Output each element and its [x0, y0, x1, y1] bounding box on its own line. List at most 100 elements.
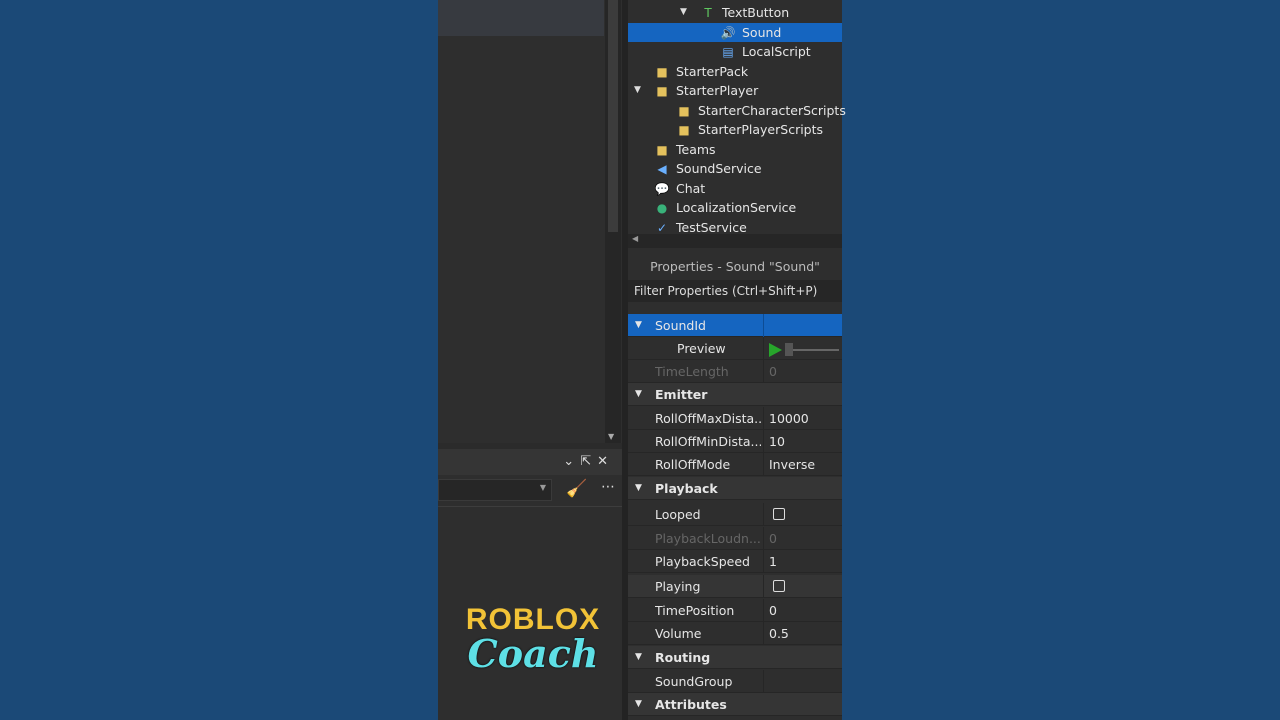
- divider: [438, 506, 622, 507]
- property-name: Looped: [655, 507, 701, 522]
- folder-icon: ■: [678, 123, 690, 137]
- property-row[interactable]: ▼ SoundId: [628, 314, 842, 337]
- explorer-item[interactable]: ■ Teams: [628, 140, 842, 159]
- logo-text-coach: Coach: [467, 631, 599, 676]
- close-icon[interactable]: ✕: [597, 454, 614, 469]
- property-value[interactable]: 1: [763, 550, 842, 573]
- property-value[interactable]: [763, 575, 842, 598]
- soundservice-icon: ◀: [657, 162, 667, 176]
- property-name: TimePosition: [655, 603, 735, 618]
- explorer-item-label: LocalizationService: [676, 200, 797, 215]
- explorer-horizontal-scrollbar[interactable]: ◀: [628, 234, 842, 248]
- preview-control[interactable]: [763, 337, 842, 360]
- property-value[interactable]: Inverse: [763, 453, 842, 476]
- explorer-item[interactable]: 🔊 Sound: [628, 23, 842, 42]
- explorer-panel: ▼ T TextButton 🔊 Sound ▤ LocalScript ■ StarterPa…: [628, 0, 846, 250]
- chat-icon: 💬: [654, 182, 670, 196]
- explorer-item[interactable]: ■ StarterPlayerScripts: [628, 120, 842, 139]
- explorer-item-label: TextButton: [722, 5, 790, 20]
- property-row[interactable]: RollOffMinDista... 10: [628, 430, 842, 453]
- explorer-item-label: StarterPack: [676, 64, 749, 79]
- chevron-down-icon[interactable]: ⌄: [563, 454, 580, 469]
- explorer-item-label: Chat: [676, 181, 706, 196]
- more-options-icon[interactable]: ⋯: [601, 479, 615, 495]
- property-value[interactable]: [763, 503, 842, 526]
- editor-panel: [438, 0, 622, 443]
- explorer-item[interactable]: ■ StarterCharacterScripts: [628, 101, 846, 120]
- property-row[interactable]: TimeLength 0: [628, 360, 842, 383]
- property-value[interactable]: [763, 314, 842, 337]
- explorer-item[interactable]: ▼ ■ StarterPlayer: [628, 81, 842, 100]
- explorer-item-label: Teams: [676, 142, 716, 157]
- explorer-item[interactable]: ■ StarterPack: [628, 62, 842, 81]
- property-row[interactable]: ▼ Playback: [628, 477, 842, 500]
- localization-icon: ●: [656, 201, 668, 215]
- collapse-caret-icon[interactable]: ▼: [635, 693, 642, 716]
- expand-caret-icon[interactable]: ▼: [634, 81, 641, 100]
- output-filter-dropdown[interactable]: ▼: [438, 479, 552, 501]
- property-row[interactable]: ▼ Emitter: [628, 383, 842, 406]
- property-value[interactable]: 0: [763, 527, 842, 550]
- property-name: RollOffMinDista...: [655, 434, 761, 449]
- dropdown-arrow-icon: ▼: [539, 483, 546, 492]
- property-row[interactable]: Looped: [628, 503, 842, 526]
- property-name: PlaybackLoudn...: [655, 531, 761, 546]
- property-row[interactable]: ▼ Routing: [628, 646, 842, 669]
- property-row[interactable]: SoundGroup: [628, 670, 842, 693]
- property-value[interactable]: 0.5: [763, 622, 842, 645]
- property-value[interactable]: 10: [763, 430, 842, 453]
- explorer-item-label: SoundService: [676, 161, 762, 176]
- property-value[interactable]: 0: [763, 360, 842, 383]
- property-row[interactable]: Volume 0.5: [628, 622, 842, 645]
- clear-output-broom-icon[interactable]: 🧹: [566, 479, 587, 499]
- preview-slider-track[interactable]: [793, 348, 839, 351]
- property-value[interactable]: 0: [763, 599, 842, 622]
- property-name: Volume: [655, 626, 702, 641]
- collapse-caret-icon[interactable]: ▼: [635, 314, 642, 337]
- property-name: Attributes: [655, 697, 727, 712]
- explorer-item[interactable]: 💬 Chat: [628, 179, 842, 198]
- property-value[interactable]: 10000: [763, 407, 842, 430]
- property-value[interactable]: [763, 670, 842, 693]
- localscript-icon: ▤: [722, 45, 734, 59]
- property-row[interactable]: PlaybackLoudn... 0: [628, 527, 842, 550]
- collapse-caret-icon[interactable]: ▼: [635, 383, 642, 406]
- explorer-item[interactable]: ◀ SoundService: [628, 159, 842, 178]
- editor-scrollbar[interactable]: ▼: [605, 0, 621, 443]
- sound-icon: 🔊: [720, 26, 736, 40]
- property-row[interactable]: RollOffMaxDista... 10000: [628, 407, 842, 430]
- scroll-left-icon[interactable]: ◀: [632, 234, 638, 243]
- collapse-caret-icon[interactable]: ▼: [635, 477, 642, 500]
- checkbox[interactable]: [773, 580, 785, 592]
- explorer-item[interactable]: ▼ T TextButton: [628, 3, 842, 22]
- property-name: RollOffMaxDista...: [655, 411, 761, 426]
- property-row[interactable]: ▼ Attributes: [628, 693, 842, 716]
- collapse-caret-icon[interactable]: ▼: [635, 646, 642, 669]
- expand-caret-icon[interactable]: ▼: [680, 3, 687, 22]
- property-row[interactable]: Playing: [628, 575, 842, 598]
- properties-title: Properties - Sound "Sound": [650, 259, 820, 274]
- play-icon[interactable]: [769, 342, 782, 357]
- filter-properties-input[interactable]: Filter Properties (Ctrl+Shift+P): [628, 280, 842, 302]
- explorer-item-label: StarterPlayer: [676, 83, 759, 98]
- folder-icon: ■: [656, 84, 668, 98]
- folder-icon: ■: [656, 65, 668, 79]
- scrollbar-thumb[interactable]: [608, 0, 618, 232]
- property-name: RollOffMode: [655, 457, 731, 472]
- property-name: Playing: [655, 579, 701, 594]
- property-row[interactable]: PlaybackSpeed 1: [628, 550, 842, 573]
- explorer-item[interactable]: ▤ LocalScript: [628, 42, 842, 61]
- property-name: TimeLength: [655, 364, 729, 379]
- explorer-item-label: LocalScript: [742, 44, 811, 59]
- property-row[interactable]: TimePosition 0: [628, 599, 842, 622]
- property-row[interactable]: Preview: [628, 337, 842, 360]
- preview-slider-handle[interactable]: [785, 343, 793, 356]
- explorer-item[interactable]: ● LocalizationService: [628, 198, 842, 217]
- properties-panel: Properties - Sound "Sound" Filter Proper…: [628, 250, 842, 720]
- property-row[interactable]: RollOffMode Inverse: [628, 453, 842, 476]
- folder-icon: ■: [656, 143, 668, 157]
- explorer-item-label: TestService: [676, 220, 747, 235]
- checkbox[interactable]: [773, 508, 785, 520]
- undock-icon[interactable]: ⇱: [580, 454, 597, 469]
- scroll-down-icon[interactable]: ▼: [608, 432, 614, 441]
